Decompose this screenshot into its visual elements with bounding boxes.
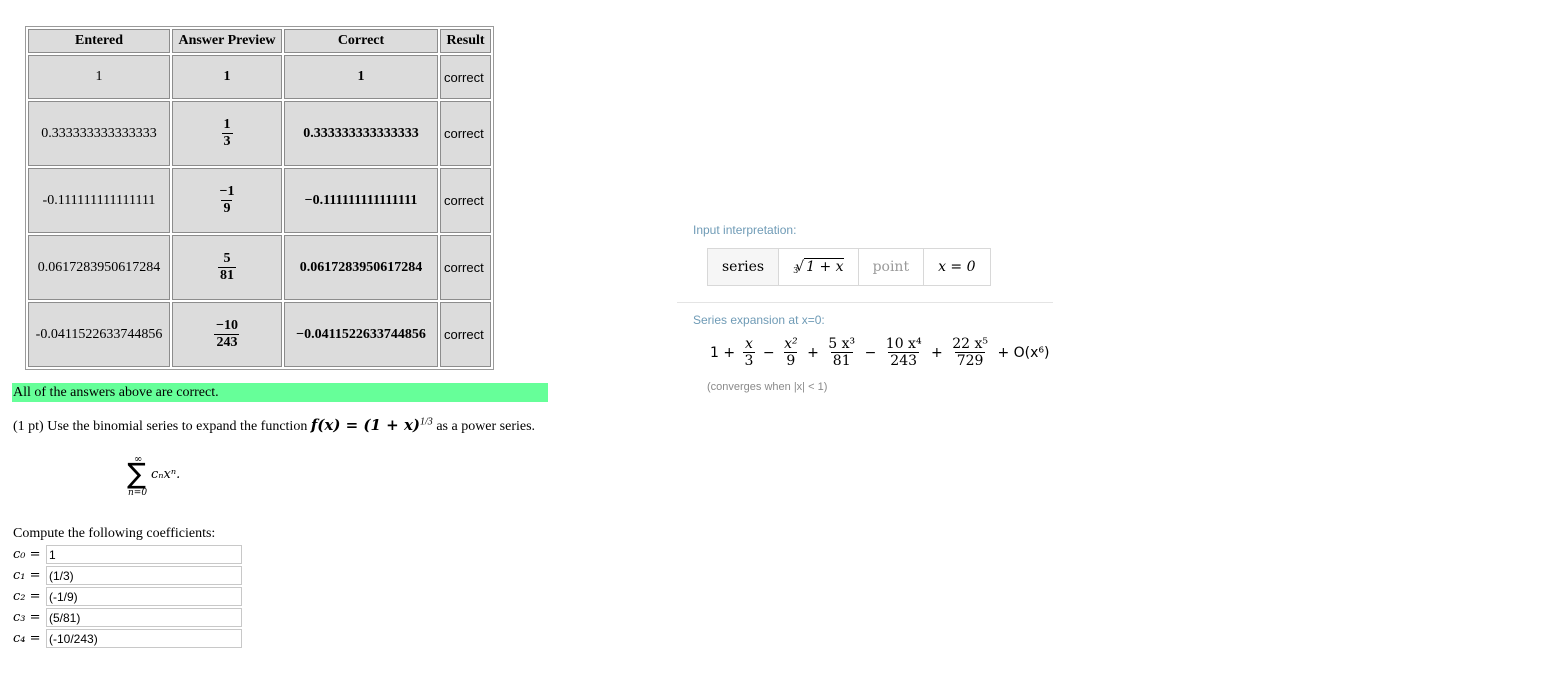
problem-suffix: as a power series. [436, 419, 536, 434]
results-table: Entered Answer Preview Correct Result 1 … [25, 26, 494, 370]
preview-fraction: −10 243 [214, 317, 240, 350]
coefficient-input-c0[interactable] [46, 545, 242, 564]
entered-cell: -0.0411522633744856 [28, 302, 170, 367]
series-term: 22 x⁵ 729 [950, 337, 990, 368]
correct-cell: 1 [284, 55, 438, 99]
fraction-numerator: 1 [223, 116, 231, 132]
coefficient-label: c₂ = [13, 589, 41, 604]
table-row: 0.0617283950617284 5 81 0.06172839506172… [28, 235, 491, 300]
term-numerator: 22 x⁵ [952, 336, 988, 352]
preview-cell: −10 243 [172, 302, 282, 367]
correct-cell: 0.0617283950617284 [284, 235, 438, 300]
coefficient-input-c4[interactable] [46, 629, 242, 648]
sigma-icon: ∑ [127, 457, 146, 490]
table-header-row: Entered Answer Preview Correct Result [28, 29, 491, 53]
series-term-lead: − [762, 344, 775, 361]
series-tail: + O(x⁶) [997, 344, 1050, 361]
series-expansion-title: Series expansion at x=0: [693, 313, 825, 327]
fraction-denominator: 9 [221, 199, 233, 216]
table-row: 0.333333333333333 1 3 0.333333333333333 … [28, 101, 491, 166]
term-denominator: 3 [742, 351, 756, 369]
interp-function: 3√ 1 + x [779, 249, 859, 285]
series-term: x 3 [742, 336, 756, 369]
entered-cell: 0.0617283950617284 [28, 235, 170, 300]
fraction-numerator: −1 [219, 183, 235, 199]
series-term-lead: 1 + [710, 344, 736, 361]
coefficient-input-c3[interactable] [46, 608, 242, 627]
radicand: 1 + x [804, 258, 844, 275]
header-entered: Entered [28, 29, 170, 53]
convergence-note: (converges when |x| < 1) [707, 381, 828, 393]
input-interpretation-title: Input interpretation: [693, 223, 797, 237]
sum-lower-limit: n=0 [128, 488, 148, 498]
result-cell: correct [440, 302, 491, 367]
coefficient-input-c1[interactable] [46, 566, 242, 585]
correct-cell: −0.0411522633744856 [284, 302, 438, 367]
fraction-numerator: −10 [216, 317, 238, 333]
header-result: Result [440, 29, 491, 53]
preview-cell: 1 3 [172, 101, 282, 166]
fraction-denominator: 81 [218, 266, 236, 283]
preview-fraction: 1 3 [221, 116, 233, 149]
term-denominator: 81 [830, 351, 853, 369]
function-exponent: 1/3 [420, 416, 433, 428]
fraction-denominator: 243 [214, 333, 240, 350]
coefficient-input-c2[interactable] [46, 587, 242, 606]
entered-cell: 0.333333333333333 [28, 101, 170, 166]
interp-keyword: series [708, 249, 780, 285]
correct-cell: −0.111111111111111 [284, 168, 438, 233]
function-formula: f(x) = (1 + x) [310, 416, 421, 434]
entered-cell: -0.111111111111111 [28, 168, 170, 233]
preview-fraction: −1 9 [218, 183, 237, 216]
term-numerator: x [745, 336, 753, 352]
result-cell: correct [440, 101, 491, 166]
series-term-lead: − [864, 344, 877, 361]
entered-cell: 1 [28, 55, 170, 99]
coefficient-label: c₀ = [13, 547, 41, 562]
radical-index: 3 [793, 266, 799, 275]
problem-prefix: (1 pt) Use the binomial series to expand… [13, 419, 308, 434]
series-term: x² 9 [782, 337, 800, 368]
power-series-formula: ∞ ∑ n=0 cₙxⁿ. [127, 454, 207, 504]
result-cell: correct [440, 235, 491, 300]
coefficient-label: c₃ = [13, 610, 41, 625]
coefficient-label: c₄ = [13, 631, 41, 646]
preview-cell: −1 9 [172, 168, 282, 233]
table-row: -0.0411522633744856 −10 243 −0.041152263… [28, 302, 491, 367]
term-denominator: 243 [888, 351, 920, 369]
coefficient-label: c₁ = [13, 568, 41, 583]
series-term-lead: + [931, 344, 943, 361]
header-answer-preview: Answer Preview [172, 29, 282, 53]
preview-cell: 5 81 [172, 235, 282, 300]
term-numerator: 10 x⁴ [885, 336, 922, 352]
interp-point-label: point [859, 249, 925, 285]
preview-fraction: 5 81 [218, 250, 236, 283]
series-term: 5 x³ 81 [826, 337, 857, 368]
pod-divider [677, 302, 1053, 303]
sum-term: cₙxⁿ. [151, 467, 181, 482]
all-correct-banner: All of the answers above are correct. [12, 383, 548, 402]
term-numerator: 5 x³ [828, 336, 856, 352]
fraction-numerator: 5 [223, 250, 231, 266]
term-denominator: 9 [784, 351, 798, 369]
series-term: 10 x⁴ 243 [884, 337, 924, 368]
series-expansion-result: 1 + x 3 − x² 9 + 5 x³ 81 − 10 x⁴ 243 + 2… [707, 337, 1052, 368]
preview-cell: 1 [172, 55, 282, 99]
result-cell: correct [440, 168, 491, 233]
table-row: -0.111111111111111 −1 9 −0.1111111111111… [28, 168, 491, 233]
table-row: 1 1 1 correct [28, 55, 491, 99]
term-denominator: 729 [954, 351, 986, 369]
term-numerator: x² [784, 336, 798, 352]
interp-point-value: x = 0 [938, 259, 976, 275]
fraction-denominator: 3 [221, 132, 233, 149]
result-cell: correct [440, 55, 491, 99]
correct-cell: 0.333333333333333 [284, 101, 438, 166]
problem-statement: (1 pt) Use the binomial series to expand… [13, 416, 535, 435]
compute-label: Compute the following coefficients: [13, 526, 216, 541]
input-interpretation-box: series 3√ 1 + x point x = 0 [707, 248, 991, 286]
header-correct: Correct [284, 29, 438, 53]
series-term-lead: + [807, 344, 819, 361]
